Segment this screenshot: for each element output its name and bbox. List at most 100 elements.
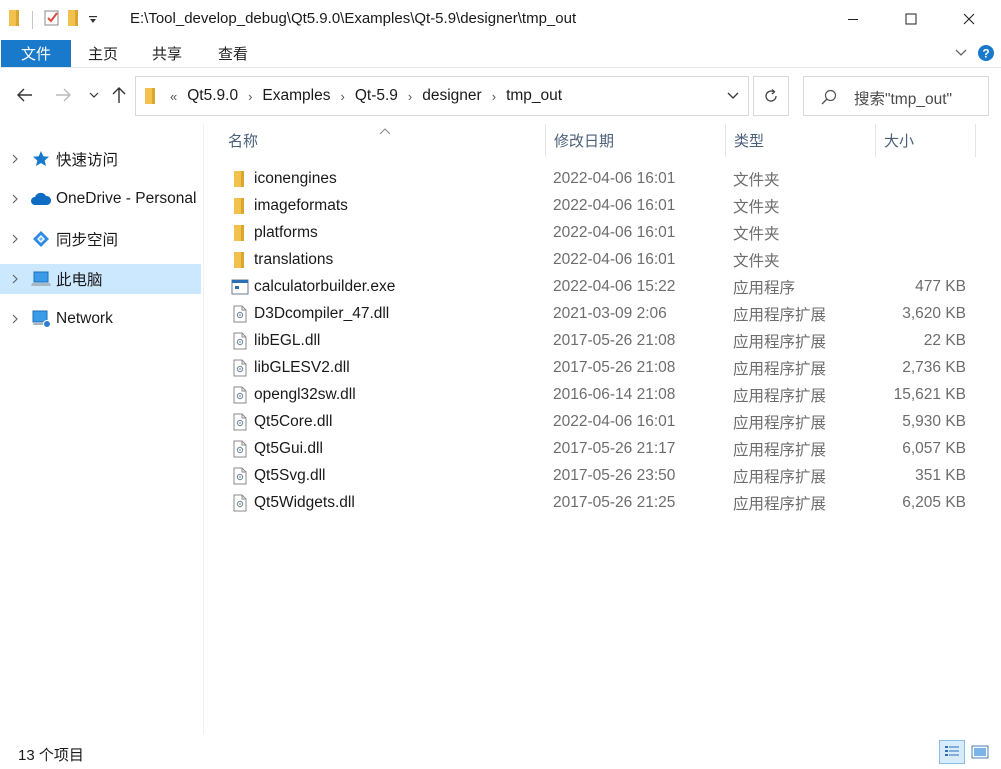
close-button[interactable]	[940, 0, 998, 38]
file-row[interactable]: opengl32sw.dll 2016-06-14 21:08 应用程序扩展 15,6…	[224, 381, 984, 408]
file-row[interactable]: iconengines 2022-04-06 16:01 文件夹	[224, 165, 984, 192]
file-list: 名称 修改日期 类型 大小 iconengines 2022-04-06 16:0…	[204, 124, 1001, 734]
folder-icon	[144, 87, 158, 105]
properties-icon[interactable]	[43, 9, 61, 31]
minimize-button[interactable]	[824, 0, 882, 38]
dll-icon	[230, 408, 250, 435]
chevron-right-icon[interactable]	[0, 233, 30, 245]
help-icon[interactable]: ?	[977, 44, 995, 66]
file-name: translations	[254, 250, 334, 268]
file-date: 2022-04-06 16:01	[553, 196, 676, 214]
column-header-name[interactable]: 名称	[220, 124, 546, 157]
file-type: 文件夹	[733, 225, 780, 243]
large-icons-view-button[interactable]	[967, 740, 993, 764]
column-header-size[interactable]: 大小	[876, 124, 976, 157]
folder-icon	[8, 9, 22, 31]
breadcrumb-item[interactable]: Qt-5.9	[349, 87, 404, 105]
nav-item-quick-access[interactable]: 快速访问	[0, 144, 201, 174]
breadcrumb-item[interactable]: tmp_out	[500, 87, 568, 105]
tab-view[interactable]: 查看	[218, 40, 248, 67]
search-input[interactable]: 搜索"tmp_out"	[854, 87, 952, 109]
file-row[interactable]: platforms 2022-04-06 16:01 文件夹	[224, 219, 984, 246]
forward-button[interactable]	[52, 82, 74, 108]
file-size: 351 KB	[915, 466, 966, 484]
new-folder-icon[interactable]	[67, 9, 81, 31]
back-arrow-icon	[17, 88, 32, 102]
chevron-right-icon[interactable]: ›	[404, 89, 416, 104]
dll-icon	[230, 435, 250, 462]
file-type: 应用程序扩展	[733, 387, 827, 405]
file-row[interactable]: calculatorbuilder.exe 2022-04-06 15:22 应用程…	[224, 273, 984, 300]
file-name: iconengines	[254, 169, 337, 187]
file-size	[866, 219, 966, 246]
quick-access-toolbar	[8, 9, 99, 31]
folder-icon	[230, 165, 250, 192]
nav-label: 此电脑	[56, 272, 103, 289]
maximize-button[interactable]	[882, 0, 940, 38]
tab-file[interactable]: 文件	[1, 40, 71, 67]
ribbon-tabs: 文件 主页 共享 查看 ?	[0, 38, 1001, 68]
chevron-right-icon[interactable]	[0, 273, 30, 285]
address-history-dropdown[interactable]	[726, 88, 740, 106]
file-date: 2017-05-26 23:50	[553, 466, 676, 484]
nav-item-sync-space[interactable]: 同步空间	[0, 224, 201, 254]
up-button[interactable]	[108, 82, 130, 108]
toolbar-divider	[32, 11, 33, 29]
breadcrumb-item[interactable]: Examples	[256, 87, 336, 105]
column-header-date[interactable]: 修改日期	[546, 124, 726, 157]
file-row[interactable]: Qt5Widgets.dll 2017-05-26 21:25 应用程序扩展 6,20…	[224, 489, 984, 516]
file-date: 2022-04-06 16:01	[553, 169, 676, 187]
file-row[interactable]: libEGL.dll 2017-05-26 21:08 应用程序扩展 22 KB	[224, 327, 984, 354]
file-type: 文件夹	[733, 198, 780, 216]
chevron-right-icon[interactable]	[0, 313, 30, 325]
nav-item-onedrive[interactable]: OneDrive - Personal	[0, 184, 201, 214]
nav-label: OneDrive - Personal	[56, 190, 197, 207]
file-row[interactable]: imageformats 2022-04-06 16:01 文件夹	[224, 192, 984, 219]
refresh-button[interactable]	[753, 76, 789, 116]
chevron-right-icon[interactable]: ›	[336, 89, 348, 104]
file-size	[866, 192, 966, 219]
expand-ribbon-icon[interactable]	[953, 44, 969, 64]
window-title: E:\Tool_develop_debug\Qt5.9.0\Examples\Q…	[130, 10, 577, 27]
file-row[interactable]: Qt5Gui.dll 2017-05-26 21:17 应用程序扩展 6,057 KB	[224, 435, 984, 462]
file-size	[866, 246, 966, 273]
tab-home[interactable]: 主页	[88, 40, 118, 67]
breadcrumb-overflow[interactable]: «	[166, 89, 181, 104]
breadcrumb-item[interactable]: Qt5.9.0	[181, 87, 244, 105]
back-button[interactable]	[14, 82, 36, 108]
file-size: 15,621 KB	[893, 385, 966, 403]
address-bar[interactable]: « Qt5.9.0 › Examples › Qt-5.9 › designer…	[135, 76, 749, 116]
file-row[interactable]: Qt5Svg.dll 2017-05-26 23:50 应用程序扩展 351 KB	[224, 462, 984, 489]
file-name: opengl32sw.dll	[254, 385, 356, 403]
file-row[interactable]: translations 2022-04-06 16:01 文件夹	[224, 246, 984, 273]
breadcrumb-item[interactable]: designer	[416, 87, 487, 105]
refresh-icon	[765, 89, 777, 102]
file-date: 2017-05-26 21:08	[553, 358, 676, 376]
recent-locations-button[interactable]	[86, 82, 102, 108]
file-size: 5,930 KB	[902, 412, 966, 430]
file-row[interactable]: D3Dcompiler_47.dll 2021-03-09 2:06 应用程序扩展 3…	[224, 300, 984, 327]
search-box[interactable]: 搜索"tmp_out"	[803, 76, 989, 116]
network-icon	[30, 309, 52, 329]
chevron-right-icon[interactable]: ›	[488, 89, 500, 104]
file-size: 6,205 KB	[902, 493, 966, 511]
nav-item-this-pc[interactable]: 此电脑	[0, 264, 201, 294]
chevron-right-icon[interactable]: ›	[244, 89, 256, 104]
file-name: libEGL.dll	[254, 331, 321, 349]
customize-toolbar-icon[interactable]	[87, 12, 99, 29]
file-row[interactable]: Qt5Core.dll 2022-04-06 16:01 应用程序扩展 5,930 K…	[224, 408, 984, 435]
file-date: 2022-04-06 16:01	[553, 412, 676, 430]
folder-icon	[230, 219, 250, 246]
nav-item-network[interactable]: Network	[0, 304, 201, 334]
status-bar: 13 个项目	[0, 734, 1001, 769]
tab-share[interactable]: 共享	[152, 40, 182, 67]
breadcrumb: « Qt5.9.0 › Examples › Qt-5.9 › designer…	[144, 77, 568, 115]
file-row[interactable]: libGLESV2.dll 2017-05-26 21:08 应用程序扩展 2,736…	[224, 354, 984, 381]
file-date: 2016-06-14 21:08	[553, 385, 676, 403]
chevron-right-icon[interactable]	[0, 193, 30, 205]
chevron-right-icon[interactable]	[0, 153, 30, 165]
details-view-icon	[945, 746, 959, 756]
details-view-button[interactable]	[939, 740, 965, 764]
file-type: 应用程序扩展	[733, 360, 827, 378]
column-header-type[interactable]: 类型	[726, 124, 876, 157]
